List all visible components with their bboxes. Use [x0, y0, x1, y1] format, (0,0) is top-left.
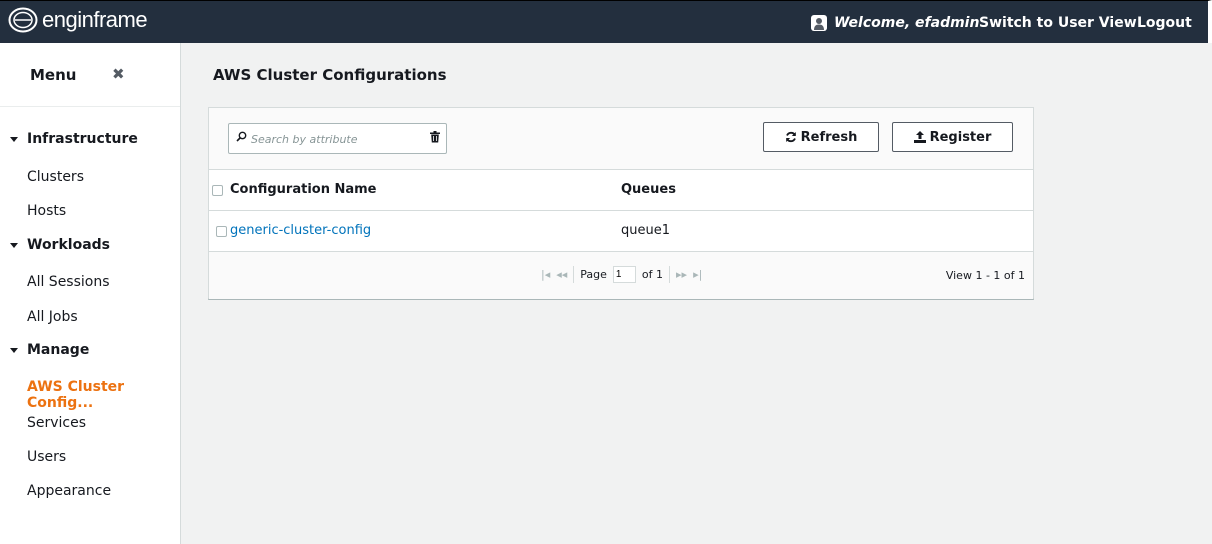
last-page-icon[interactable]: ▸| — [693, 268, 702, 281]
divider — [573, 266, 575, 283]
logo-text: enginframe — [42, 7, 148, 32]
select-all-checkbox[interactable] — [212, 185, 223, 196]
configurations-grid: Search by attribute Refresh Register Con… — [208, 107, 1034, 300]
table-row: generic-cluster-config queue1 — [209, 211, 1033, 252]
top-bar: enginframe Welcome, efadmin Switch to Us… — [0, 0, 1212, 43]
register-label: Register — [929, 129, 992, 145]
sidebar: Menu ✖ Infrastructure Clusters Hosts Wor… — [0, 43, 181, 544]
table-header: Configuration Name Queues — [209, 170, 1033, 211]
page-total: of 1 — [641, 268, 664, 281]
close-icon[interactable]: ✖ — [112, 65, 125, 83]
sidebar-item-all-jobs[interactable]: All Jobs — [27, 309, 78, 325]
first-page-icon[interactable]: |◂ — [541, 268, 550, 281]
search-placeholder: Search by attribute — [251, 133, 358, 146]
grid-toolbar: Search by attribute Refresh Register — [209, 108, 1033, 170]
user-icon — [811, 15, 827, 31]
logo-icon — [8, 7, 38, 33]
search-input[interactable]: Search by attribute — [228, 123, 447, 154]
welcome-text: Welcome, efadmin — [834, 15, 980, 31]
sidebar-item-aws-cluster-configurations[interactable]: AWS Cluster Config... — [27, 379, 180, 411]
refresh-button[interactable]: Refresh — [763, 122, 879, 152]
section-label: Workloads — [27, 237, 110, 253]
welcome-user: Welcome, efadmin — [811, 15, 979, 31]
divider — [669, 266, 671, 283]
switch-to-user-view-link[interactable]: Switch to User View — [979, 15, 1137, 31]
sidebar-item-appearance[interactable]: Appearance — [27, 483, 111, 499]
sidebar-item-users[interactable]: Users — [27, 449, 66, 465]
enginframe-logo[interactable]: enginframe — [8, 7, 148, 33]
queues-cell: queue1 — [621, 223, 670, 238]
section-manage[interactable]: Manage — [10, 342, 89, 358]
next-page-icon[interactable]: ▸▸ — [676, 268, 687, 281]
logout-link[interactable]: Logout — [1137, 15, 1192, 31]
row-checkbox[interactable] — [216, 226, 227, 237]
page-label: Page — [580, 268, 607, 281]
refresh-label: Refresh — [800, 129, 858, 145]
trash-icon[interactable] — [430, 131, 440, 143]
section-label: Infrastructure — [27, 131, 138, 147]
section-workloads[interactable]: Workloads — [10, 237, 110, 253]
page-input[interactable] — [612, 266, 636, 283]
upload-icon — [913, 131, 926, 143]
column-header-queues[interactable]: Queues — [621, 182, 676, 197]
caret-down-icon — [10, 242, 18, 248]
section-label: Manage — [27, 342, 90, 358]
sidebar-item-hosts[interactable]: Hosts — [27, 203, 66, 219]
configuration-name-link[interactable]: generic-cluster-config — [230, 223, 371, 238]
caret-down-icon — [10, 136, 18, 142]
register-button[interactable]: Register — [892, 122, 1013, 152]
page-title: AWS Cluster Configurations — [213, 66, 447, 84]
caret-down-icon — [10, 347, 18, 353]
prev-page-icon[interactable]: ◂◂ — [556, 268, 567, 281]
column-header-configuration-name[interactable]: Configuration Name — [230, 182, 377, 197]
pager: |◂ ◂◂ Page of 1 ▸▸ ▸| View 1 - 1 of 1 — [209, 252, 1033, 299]
menu-header: Menu ✖ — [0, 43, 180, 107]
refresh-icon — [785, 131, 796, 143]
menu-title: Menu — [30, 66, 77, 84]
search-icon — [236, 131, 247, 142]
sidebar-item-services[interactable]: Services — [27, 415, 86, 431]
section-infrastructure[interactable]: Infrastructure — [10, 131, 138, 147]
view-count: View 1 - 1 of 1 — [945, 269, 1025, 282]
sidebar-item-clusters[interactable]: Clusters — [27, 169, 84, 185]
sidebar-item-all-sessions[interactable]: All Sessions — [27, 274, 110, 290]
